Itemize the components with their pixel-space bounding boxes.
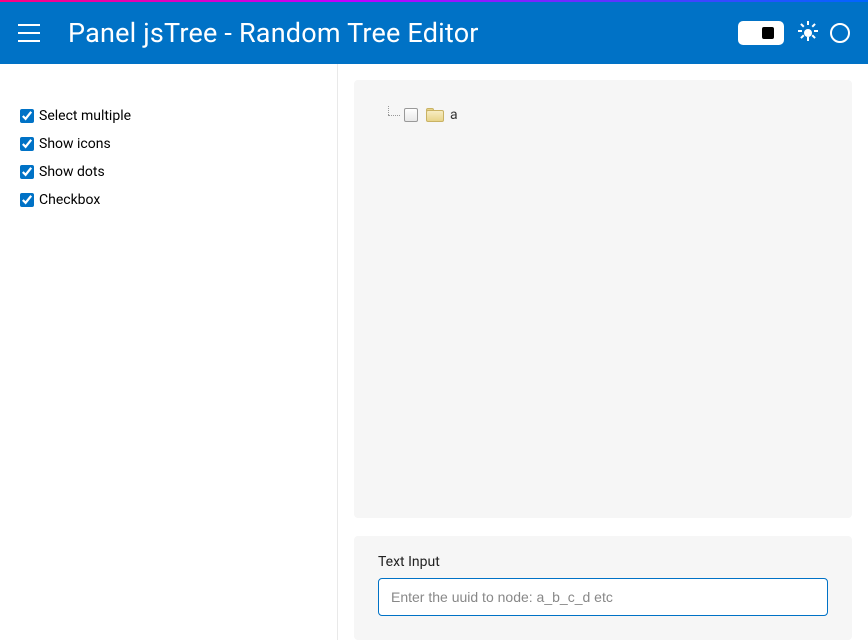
tree-node-checkbox-icon[interactable]	[404, 108, 418, 122]
folder-icon	[426, 108, 444, 122]
page-title: Panel jsTree - Random Tree Editor	[68, 17, 479, 49]
tree-node-root[interactable]: a	[386, 106, 820, 124]
main-panel: a Text Input	[338, 64, 868, 640]
option-label: Checkbox	[39, 192, 100, 208]
tree-panel: a	[354, 80, 852, 518]
menu-icon[interactable]	[18, 24, 40, 42]
checkbox-show-dots[interactable]	[20, 165, 34, 179]
text-input-panel: Text Input	[354, 536, 852, 640]
option-select-multiple[interactable]: Select multiple	[20, 108, 317, 124]
checkbox-checkbox[interactable]	[20, 193, 34, 207]
option-show-icons[interactable]: Show icons	[20, 136, 317, 152]
sidebar: Select multiple Show icons Show dots Che…	[0, 64, 338, 640]
checkbox-select-multiple[interactable]	[20, 109, 34, 123]
option-label: Show icons	[39, 136, 111, 152]
option-label: Show dots	[39, 164, 105, 180]
text-input-label: Text Input	[378, 554, 828, 570]
sun-icon[interactable]	[798, 23, 818, 43]
app-header: Panel jsTree - Random Tree Editor	[0, 2, 868, 64]
theme-toggle[interactable]	[738, 21, 784, 45]
tree-connector-icon	[386, 106, 400, 124]
uuid-input[interactable]	[378, 578, 828, 616]
circle-icon[interactable]	[830, 23, 850, 43]
option-show-dots[interactable]: Show dots	[20, 164, 317, 180]
checkbox-show-icons[interactable]	[20, 137, 34, 151]
theme-toggle-knob	[762, 27, 774, 39]
option-checkbox[interactable]: Checkbox	[20, 192, 317, 208]
content-area: Select multiple Show icons Show dots Che…	[0, 64, 868, 640]
tree-node-label[interactable]: a	[450, 107, 458, 123]
option-label: Select multiple	[39, 108, 131, 124]
